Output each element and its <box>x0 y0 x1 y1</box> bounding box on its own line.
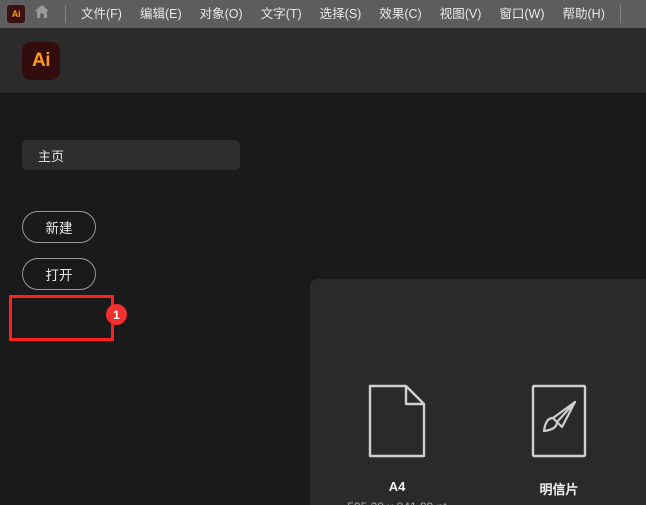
template-title-postcard: 明信片 <box>539 482 579 497</box>
menu-item-object[interactable]: 对象(O) <box>191 0 252 28</box>
menu-item-list: 文件(F) 编辑(E) 对象(O) 文字(T) 选择(S) 效果(C) 视图(V… <box>72 0 614 28</box>
template-title-a4: A4 <box>388 479 406 494</box>
template-card-a4[interactable]: A4 595.28 x 841.89 pt <box>327 383 467 505</box>
document-page-icon <box>368 384 426 463</box>
menu-item-help[interactable]: 帮助(H) <box>554 0 614 28</box>
annotation-highlight-box <box>9 295 114 341</box>
app-logo: Ai <box>22 42 60 80</box>
menu-item-effect[interactable]: 效果(C) <box>370 0 430 28</box>
menubar-separator-right <box>619 5 621 23</box>
template-thumbnail-a4 <box>368 383 426 463</box>
menu-item-window[interactable]: 窗口(W) <box>490 0 553 28</box>
annotation-step-badge: 1 <box>106 304 127 325</box>
app-icon-badge[interactable]: Ai <box>7 5 25 23</box>
home-screen-body: 主页 新建 打开 1 A4 595.28 x 841.89 pt <box>0 93 646 505</box>
template-list: A4 595.28 x 841.89 pt 明信片 28 <box>310 383 646 505</box>
sidebar-item-home[interactable]: 主页 <box>22 140 240 170</box>
home-icon <box>34 4 50 24</box>
template-dimensions-a4: 595.28 x 841.89 pt <box>347 500 446 505</box>
template-card-postcard[interactable]: 明信片 288 x 560 pt <box>489 383 629 505</box>
menu-bar: Ai 文件(F) 编辑(E) 对象(O) 文字(T) 选择(S) 效果(C) 视… <box>0 0 646 28</box>
header-band: Ai <box>0 28 646 93</box>
menu-item-edit[interactable]: 编辑(E) <box>131 0 191 28</box>
paintbrush-icon <box>531 384 587 463</box>
menu-item-select[interactable]: 选择(S) <box>311 0 371 28</box>
menubar-separator-left <box>65 5 66 23</box>
template-thumbnail-postcard <box>531 383 587 463</box>
menu-item-type[interactable]: 文字(T) <box>252 0 311 28</box>
templates-panel: A4 595.28 x 841.89 pt 明信片 28 <box>310 279 646 505</box>
new-document-button[interactable]: 新建 <box>22 211 96 243</box>
home-button[interactable] <box>25 0 59 28</box>
menu-item-file[interactable]: 文件(F) <box>72 0 131 28</box>
open-document-button[interactable]: 打开 <box>22 258 96 290</box>
menu-item-view[interactable]: 视图(V) <box>431 0 491 28</box>
